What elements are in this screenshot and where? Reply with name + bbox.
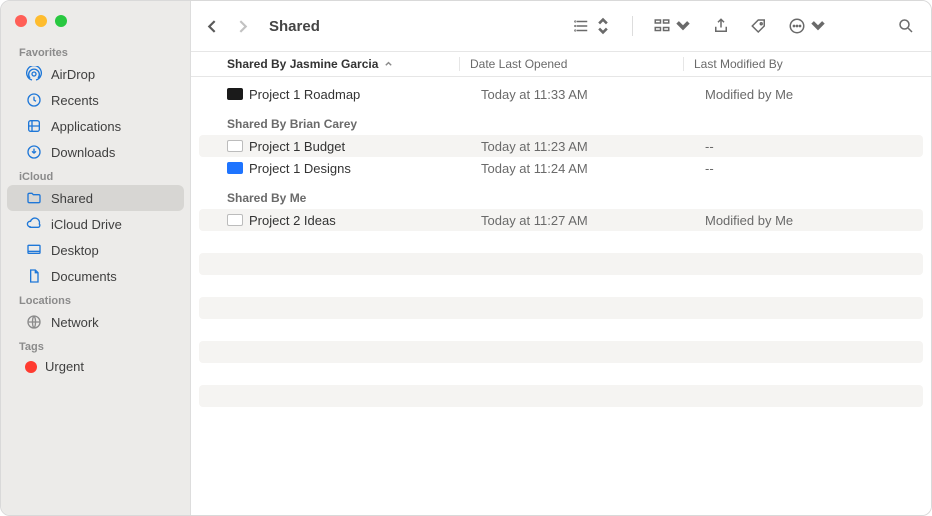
view-list-button[interactable] <box>573 17 612 35</box>
file-modified: -- <box>705 139 923 154</box>
sidebar-item-label: Applications <box>51 119 121 134</box>
close-window-button[interactable] <box>15 15 27 27</box>
empty-row <box>199 253 923 275</box>
sidebar-item-applications[interactable]: Applications <box>7 113 184 139</box>
column-header: Shared By Jasmine Garcia Date Last Opene… <box>191 51 931 77</box>
group-header: Shared By Me <box>191 179 931 209</box>
fullscreen-window-button[interactable] <box>55 15 67 27</box>
file-modified: -- <box>705 161 931 176</box>
tags-button[interactable] <box>750 17 768 35</box>
cloud-icon <box>25 215 43 233</box>
sidebar-item-label: AirDrop <box>51 67 95 82</box>
sidebar: Favorites AirDrop Recents Applications D… <box>1 1 191 515</box>
back-button[interactable] <box>201 15 223 37</box>
file-name: Project 1 Roadmap <box>249 87 360 102</box>
group-by-button[interactable] <box>653 17 692 35</box>
clock-icon <box>25 91 43 109</box>
desktop-icon <box>25 241 43 259</box>
toolbar-actions <box>573 16 915 36</box>
sidebar-item-label: Downloads <box>51 145 115 160</box>
applications-icon <box>25 117 43 135</box>
share-button[interactable] <box>712 17 730 35</box>
sidebar-item-label: Documents <box>51 269 117 284</box>
file-row[interactable]: Project 1 Budget Today at 11:23 AM -- <box>199 135 923 157</box>
finder-window: Favorites AirDrop Recents Applications D… <box>0 0 932 516</box>
sidebar-item-downloads[interactable]: Downloads <box>7 139 184 165</box>
file-date: Today at 11:23 AM <box>481 139 705 154</box>
sidebar-item-label: Recents <box>51 93 99 108</box>
sidebar-item-label: Urgent <box>45 359 84 374</box>
sidebar-item-icloud-drive[interactable]: iCloud Drive <box>7 211 184 237</box>
column-date-header[interactable]: Date Last Opened <box>459 57 683 71</box>
file-row[interactable]: Project 1 Roadmap Today at 11:33 AM Modi… <box>191 83 931 105</box>
file-icon <box>227 162 243 174</box>
sort-ascending-icon <box>384 57 393 71</box>
window-title: Shared <box>269 18 320 35</box>
sidebar-item-network[interactable]: Network <box>7 309 184 335</box>
toolbar: Shared <box>191 1 931 51</box>
column-modified-label: Last Modified By <box>694 57 783 71</box>
column-date-label: Date Last Opened <box>470 57 567 71</box>
network-icon <box>25 313 43 331</box>
file-name: Project 2 Ideas <box>249 213 336 228</box>
file-icon <box>227 88 243 100</box>
document-icon <box>25 267 43 285</box>
column-name-label: Shared By Jasmine Garcia <box>227 57 378 71</box>
tag-color-dot <box>25 361 37 373</box>
sidebar-section-locations: Locations <box>1 289 190 309</box>
file-modified: Modified by Me <box>705 213 923 228</box>
minimize-window-button[interactable] <box>35 15 47 27</box>
file-date: Today at 11:27 AM <box>481 213 705 228</box>
sidebar-item-desktop[interactable]: Desktop <box>7 237 184 263</box>
empty-row <box>199 385 923 407</box>
sidebar-item-recents[interactable]: Recents <box>7 87 184 113</box>
sidebar-item-shared[interactable]: Shared <box>7 185 184 211</box>
empty-row <box>199 297 923 319</box>
file-modified: Modified by Me <box>705 87 931 102</box>
file-date: Today at 11:33 AM <box>481 87 705 102</box>
sidebar-section-tags: Tags <box>1 335 190 355</box>
main-area: Shared <box>191 1 931 515</box>
window-controls <box>1 9 190 41</box>
group-header: Shared By Brian Carey <box>191 105 931 135</box>
airdrop-icon <box>25 65 43 83</box>
shared-folder-icon <box>25 189 43 207</box>
file-name: Project 1 Designs <box>249 161 351 176</box>
file-icon <box>227 214 243 226</box>
file-date: Today at 11:24 AM <box>481 161 705 176</box>
sidebar-section-icloud: iCloud <box>1 165 190 185</box>
toolbar-divider <box>632 16 633 36</box>
more-button[interactable] <box>788 17 827 35</box>
sidebar-item-label: iCloud Drive <box>51 217 122 232</box>
column-modified-header[interactable]: Last Modified By <box>683 57 931 71</box>
sidebar-item-label: Shared <box>51 191 93 206</box>
empty-row <box>199 341 923 363</box>
search-button[interactable] <box>897 17 915 35</box>
sidebar-tag-urgent[interactable]: Urgent <box>7 355 184 378</box>
sidebar-section-favorites: Favorites <box>1 41 190 61</box>
forward-button[interactable] <box>231 15 253 37</box>
sidebar-item-documents[interactable]: Documents <box>7 263 184 289</box>
file-name: Project 1 Budget <box>249 139 345 154</box>
file-row[interactable]: Project 2 Ideas Today at 11:27 AM Modifi… <box>199 209 923 231</box>
column-name-header[interactable]: Shared By Jasmine Garcia <box>227 57 459 71</box>
sidebar-item-label: Desktop <box>51 243 99 258</box>
empty-rows <box>191 253 931 407</box>
file-icon <box>227 140 243 152</box>
file-list: Project 1 Roadmap Today at 11:33 AM Modi… <box>191 77 931 515</box>
file-row[interactable]: Project 1 Designs Today at 11:24 AM -- <box>191 157 931 179</box>
sidebar-item-label: Network <box>51 315 99 330</box>
sidebar-item-airdrop[interactable]: AirDrop <box>7 61 184 87</box>
downloads-icon <box>25 143 43 161</box>
